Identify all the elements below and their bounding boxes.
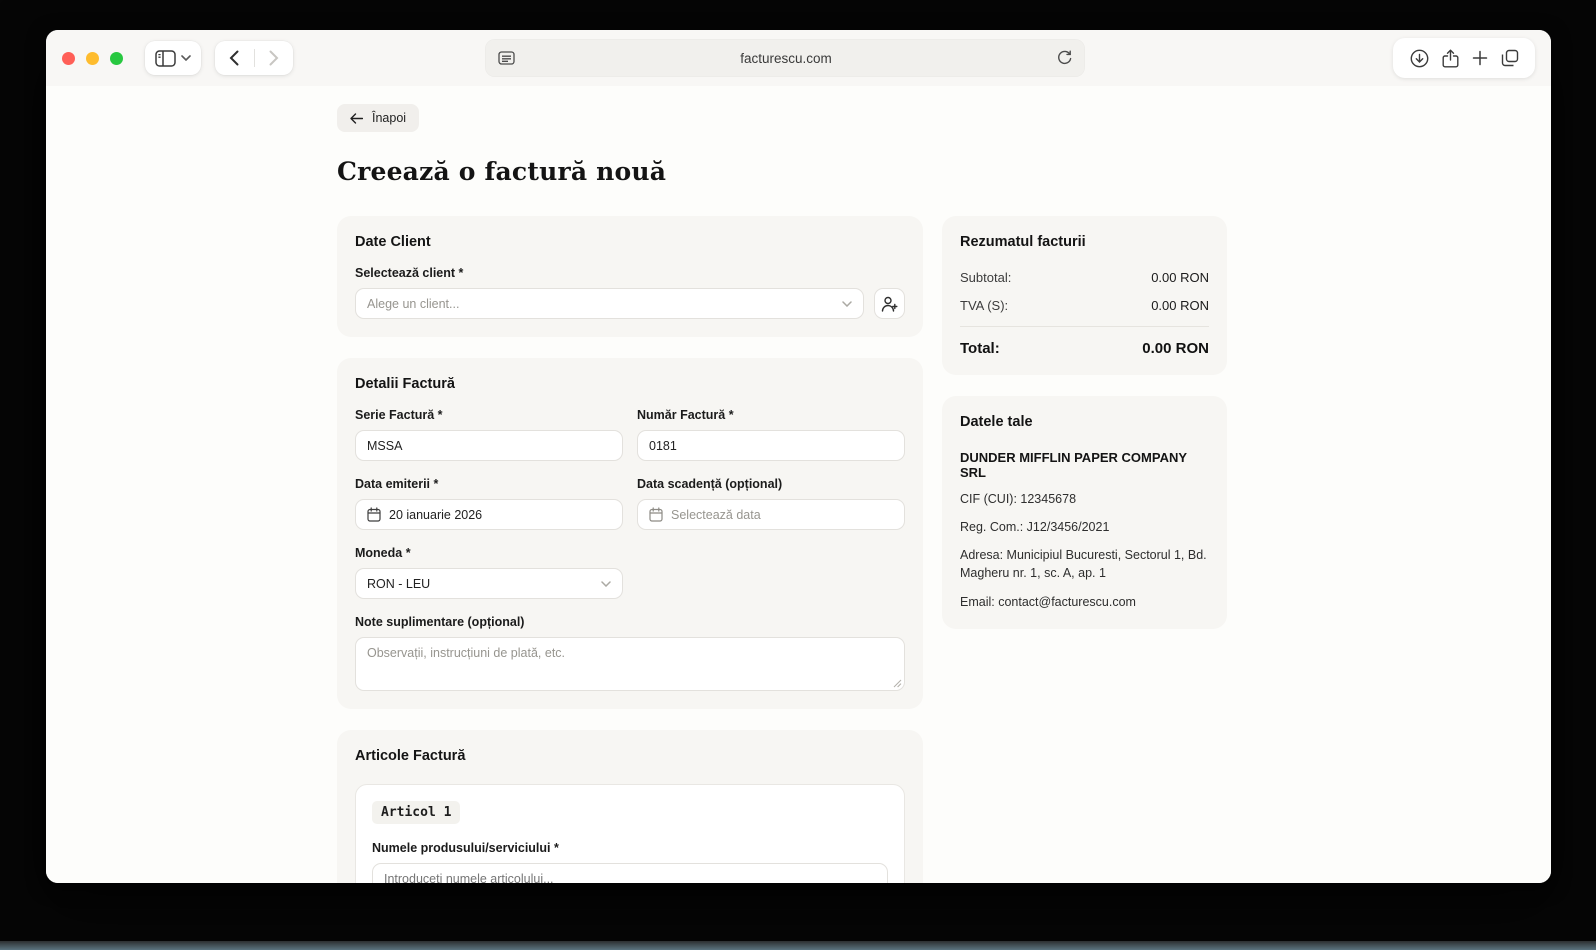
url-text[interactable]: facturescu.com xyxy=(515,51,1057,66)
toolbar-actions xyxy=(1393,38,1535,78)
summary-total-row: Total: 0.00 RON xyxy=(960,326,1209,357)
back-arrow-icon xyxy=(350,113,363,124)
item-name-label: Numele produsului/serviciului * xyxy=(372,841,888,855)
zoom-window-button[interactable] xyxy=(110,52,123,65)
numar-label: Număr Factură * xyxy=(637,408,905,422)
company-reg: Reg. Com.: J12/3456/2021 xyxy=(960,518,1209,536)
moneda-label: Moneda * xyxy=(355,546,905,560)
emitere-date-input[interactable]: 20 ianuarie 2026 xyxy=(355,499,623,530)
reader-icon[interactable] xyxy=(498,51,515,65)
share-button[interactable] xyxy=(1442,49,1459,68)
total-label: Total: xyxy=(960,340,1000,357)
summary-tva-row: TVA (S): 0.00 RON xyxy=(960,298,1209,313)
page-back-button[interactable]: Înapoi xyxy=(337,104,419,132)
note-label: Note suplimentare (opțional) xyxy=(355,615,905,629)
browser-window: facturescu.com xyxy=(46,30,1551,883)
company-card-heading: Datele tale xyxy=(960,414,1209,430)
serie-input[interactable] xyxy=(355,430,623,461)
resize-handle-icon[interactable] xyxy=(893,679,902,688)
traffic-lights xyxy=(62,52,123,65)
numar-input[interactable] xyxy=(637,430,905,461)
client-select-label: Selectează client * xyxy=(355,266,905,280)
chevron-down-icon xyxy=(181,55,191,61)
company-card: Datele tale DUNDER MIFFLIN PAPER COMPANY… xyxy=(942,396,1227,629)
page-title: Creează o factură nouă xyxy=(337,157,1551,186)
downloads-button[interactable] xyxy=(1410,49,1429,68)
tabs-overview-button[interactable] xyxy=(1501,49,1519,67)
add-client-button[interactable] xyxy=(874,288,905,319)
moneda-select[interactable]: RON - LEU xyxy=(355,568,623,599)
summary-subtotal-row: Subtotal: 0.00 RON xyxy=(960,270,1209,285)
back-button[interactable] xyxy=(215,41,254,75)
browser-toolbar: facturescu.com xyxy=(46,30,1551,86)
emitere-date-value: 20 ianuarie 2026 xyxy=(389,508,482,522)
summary-card-heading: Rezumatul facturii xyxy=(960,234,1209,250)
item-row: Articol 1 Numele produsului/serviciului … xyxy=(355,784,905,883)
add-client-icon xyxy=(881,296,898,312)
page-back-label: Înapoi xyxy=(372,111,406,125)
back-icon xyxy=(229,50,239,66)
new-tab-button[interactable] xyxy=(1472,50,1488,66)
scadenta-date-placeholder: Selectează data xyxy=(671,508,761,522)
tva-value: 0.00 RON xyxy=(1151,298,1209,313)
moneda-value: RON - LEU xyxy=(367,577,430,591)
summary-card: Rezumatul facturii Subtotal: 0.00 RON TV… xyxy=(942,216,1227,375)
scadenta-date-input[interactable]: Selectează data xyxy=(637,499,905,530)
subtotal-value: 0.00 RON xyxy=(1151,270,1209,285)
sidebar-toggle-button[interactable] xyxy=(145,41,201,75)
item-name-input[interactable] xyxy=(372,863,888,883)
scadenta-label: Data scadență (opțional) xyxy=(637,477,905,491)
emitere-label: Data emiterii * xyxy=(355,477,623,491)
navigation-buttons xyxy=(215,41,293,75)
note-textarea[interactable] xyxy=(355,637,905,691)
close-window-button[interactable] xyxy=(62,52,75,65)
item-badge: Articol 1 xyxy=(372,801,460,824)
client-select-placeholder: Alege un client... xyxy=(367,297,459,311)
details-card-heading: Detalii Factură xyxy=(355,376,905,392)
chevron-down-icon xyxy=(842,301,852,307)
company-email: Email: contact@facturescu.com xyxy=(960,593,1209,611)
desktop-edge xyxy=(0,941,1596,950)
calendar-icon xyxy=(367,507,381,522)
minimize-window-button[interactable] xyxy=(86,52,99,65)
sidebar-icon xyxy=(155,50,176,67)
company-cif: CIF (CUI): 12345678 xyxy=(960,490,1209,508)
serie-label: Serie Factură * xyxy=(355,408,623,422)
client-select[interactable]: Alege un client... xyxy=(355,288,864,319)
items-card: Articole Factură Articol 1 Numele produs… xyxy=(337,730,923,883)
company-name: DUNDER MIFFLIN PAPER COMPANY SRL xyxy=(960,450,1209,480)
address-bar[interactable]: facturescu.com xyxy=(485,39,1085,77)
subtotal-label: Subtotal: xyxy=(960,270,1011,285)
forward-button[interactable] xyxy=(255,41,294,75)
client-card: Date Client Selectează client * Alege un… xyxy=(337,216,923,337)
page-content: Înapoi Creează o factură nouă Date Clien… xyxy=(46,86,1551,883)
tva-label: TVA (S): xyxy=(960,298,1008,313)
chevron-down-icon xyxy=(601,581,611,587)
forward-icon xyxy=(269,50,279,66)
reload-icon[interactable] xyxy=(1057,50,1072,66)
calendar-icon xyxy=(649,507,663,522)
company-address: Adresa: Municipiul Bucuresti, Sectorul 1… xyxy=(960,546,1209,582)
details-card: Detalii Factură Serie Factură * Număr Fa… xyxy=(337,358,923,709)
client-card-heading: Date Client xyxy=(355,234,905,250)
total-value: 0.00 RON xyxy=(1142,340,1209,357)
items-card-heading: Articole Factură xyxy=(355,748,905,764)
